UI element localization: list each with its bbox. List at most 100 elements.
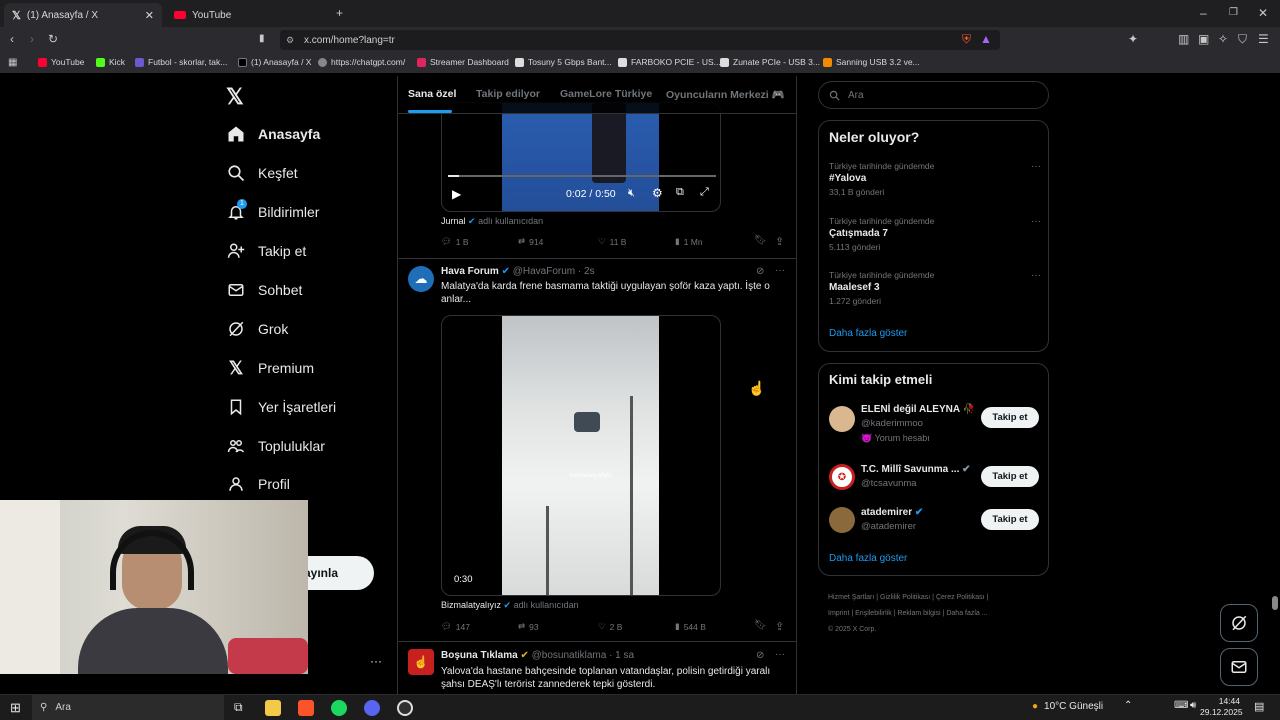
search-box[interactable] (818, 81, 1049, 109)
reply-button[interactable]: 💬︎ 1 B (441, 236, 469, 247)
follow-suggestion[interactable]: atademirer ✔ @atademirer Takip et (829, 507, 1041, 539)
reply-button[interactable]: 💬︎ 147 (441, 621, 470, 632)
author-handle[interactable]: @bosunatiklama (532, 650, 607, 661)
more-options-icon[interactable]: ··· (775, 265, 785, 276)
grok-explain-icon[interactable]: ⊘ (756, 650, 764, 661)
follow-button[interactable]: Takip et (981, 509, 1039, 530)
share-icon[interactable]: ⇪ (775, 620, 784, 633)
apps-grid-icon[interactable]: ▦ (8, 57, 17, 69)
settings-icon[interactable]: ⚙ (652, 186, 663, 200)
brave-rewards-icon[interactable]: ▲ (980, 33, 992, 45)
post-1-video[interactable]: ▶ 0:02 / 0:50 🔇︎ ⚙ ⧉ ⤢ (441, 102, 721, 212)
sidebar-toggle-icon[interactable]: ▥ (1178, 33, 1189, 45)
weather-widget[interactable]: ● 10°C Güneşli (1032, 701, 1103, 712)
brave-shield-icon[interactable]: ⛨ (962, 33, 971, 45)
mute-icon[interactable]: 🔇︎ (628, 187, 635, 200)
avatar[interactable]: ☁ (408, 266, 434, 292)
post-time[interactable]: · 1 sa (609, 650, 634, 661)
bookmark-item[interactable]: Sanning USB 3.2 ve... (823, 57, 920, 67)
follow-suggestion[interactable]: ✪ T.C. Millî Savunma ... ✔ @tcsavunma Ta… (829, 464, 1041, 496)
clock[interactable]: 14:44 29.12.2025 (1200, 696, 1243, 718)
bookmark-item[interactable]: Kick (96, 57, 125, 67)
follow-show-more[interactable]: Daha fazla göster (829, 553, 907, 564)
nav-explore[interactable]: Keşfet (226, 158, 298, 188)
vpn-icon[interactable]: ⛉ (1238, 33, 1247, 45)
user-handle[interactable]: @kaderimmoo (861, 418, 923, 429)
bookmark-item[interactable]: Futbol - skorlar, tak... (135, 57, 227, 67)
bookmark-item[interactable]: https://chatgpt.com/ (318, 57, 405, 67)
file-explorer-icon[interactable] (265, 700, 281, 716)
bookmark-item[interactable]: Zunate PCIe - USB 3... (720, 57, 820, 67)
tab-oyuncular[interactable]: Oyuncuların Merkezi 🎮 (666, 88, 785, 101)
account-more-icon[interactable]: ··· (370, 654, 382, 668)
bookmark-item[interactable]: (1) Anasayfa / X (238, 57, 311, 67)
user-name[interactable]: T.C. Millî Savunma ... ✔ (861, 464, 971, 475)
taskbar-search[interactable]: ⚲ Ara (32, 695, 224, 720)
page-scrollbar-thumb[interactable] (1272, 596, 1278, 610)
minimize-icon[interactable]: – (1200, 7, 1207, 19)
avatar[interactable] (829, 406, 855, 432)
restore-icon[interactable]: ❐ (1229, 7, 1238, 19)
brave-browser-icon[interactable] (298, 700, 314, 716)
tab-following[interactable]: Takip edilyor (476, 88, 540, 100)
close-window-icon[interactable]: ✕ (1258, 7, 1268, 19)
avatar[interactable]: ✪ (829, 464, 855, 490)
notification-center-icon[interactable]: ▤ (1254, 700, 1264, 713)
fullscreen-icon[interactable]: ⤢ (700, 186, 709, 199)
author-handle[interactable]: @HavaForum (513, 266, 575, 277)
footer-link[interactable]: Imprint (828, 610, 849, 617)
post-2-video[interactable]: bizmalatyaliyiz 0:30 (441, 315, 721, 596)
user-handle[interactable]: @atademirer (861, 521, 916, 532)
windows-start-icon[interactable]: ⊞ (10, 700, 21, 716)
nav-messages[interactable]: Sohbet (226, 275, 302, 305)
task-view-icon[interactable]: ⧉ (234, 700, 243, 715)
more-options-icon[interactable]: ··· (1031, 161, 1041, 172)
share-icon[interactable]: ⇪ (775, 235, 784, 248)
more-options-icon[interactable]: ··· (775, 649, 785, 660)
footer-link[interactable]: Daha fazla ... (946, 610, 987, 617)
nav-notifications[interactable]: 1 Bildirimler (226, 197, 319, 227)
search-input[interactable] (848, 89, 1018, 101)
spotify-icon[interactable] (331, 700, 347, 716)
user-name[interactable]: ELENİ değil ALEYNA 🥀 (861, 404, 975, 415)
user-handle[interactable]: @tcsavunma (861, 478, 917, 489)
nav-communities[interactable]: Topluluklar (226, 431, 325, 461)
close-tab-icon[interactable]: ✕ (145, 9, 154, 22)
like-button[interactable]: ♡ 11 B (598, 236, 626, 247)
reload-icon[interactable]: ↻ (48, 33, 58, 45)
back-icon[interactable]: ‹ (10, 33, 14, 45)
url-field[interactable]: ⚙ x.com/home?lang=tr (280, 30, 1000, 50)
forward-icon[interactable]: › (30, 33, 34, 45)
nav-profile[interactable]: Profil (226, 469, 290, 499)
tab-gamelore[interactable]: GameLore Türkiye (560, 88, 652, 100)
follow-button[interactable]: Takip et (981, 466, 1039, 487)
trend-item[interactable]: Türkiye tarihinde gündemde #Yalova 33,1 … (829, 161, 1041, 197)
views-button[interactable]: ▮ 1 Mn (675, 236, 703, 247)
trends-show-more[interactable]: Daha fazla göster (829, 328, 907, 339)
avatar[interactable] (829, 507, 855, 533)
author-name[interactable]: Boşuna Tıklama (441, 650, 518, 661)
messages-float-button[interactable] (1220, 648, 1258, 686)
pip-icon[interactable]: ⧉ (676, 186, 684, 199)
follow-button[interactable]: Takip et (981, 407, 1039, 428)
leo-ai-icon[interactable]: ✧ (1218, 33, 1228, 45)
avatar[interactable]: ☝ (408, 649, 434, 675)
bookmark-item[interactable]: FARBOKO PCIE - US... (618, 57, 721, 67)
trend-item[interactable]: Türkiye tarihinde gündemde Çatışmada 7 5… (829, 216, 1041, 252)
tab-for-you[interactable]: Sana özel (408, 88, 456, 100)
more-options-icon[interactable]: ··· (1031, 216, 1041, 227)
nav-premium[interactable]: 𝕏 Premium (226, 353, 314, 383)
bookmark-post-icon[interactable]: 🔖︎ (754, 620, 767, 631)
views-button[interactable]: ▮ 544 B (675, 621, 706, 632)
tray-chevron-icon[interactable]: ⌃ (1124, 700, 1132, 711)
bookmark-post-icon[interactable]: 🔖︎ (754, 235, 767, 246)
more-options-icon[interactable]: ··· (1031, 270, 1041, 281)
repost-button[interactable]: ⇄ 93 (518, 621, 539, 632)
obs-icon[interactable] (397, 700, 413, 716)
user-name[interactable]: atademirer ✔ (861, 507, 923, 518)
repost-button[interactable]: ⇄ 914 (518, 236, 543, 247)
footer-link[interactable]: Reklam bilgisi (897, 610, 940, 617)
tab-youtube[interactable]: YouTube (168, 3, 328, 27)
trend-item[interactable]: Türkiye tarihinde gündemde Maalesef 3 1.… (829, 270, 1041, 306)
nav-home[interactable]: Anasayfa (226, 119, 320, 149)
